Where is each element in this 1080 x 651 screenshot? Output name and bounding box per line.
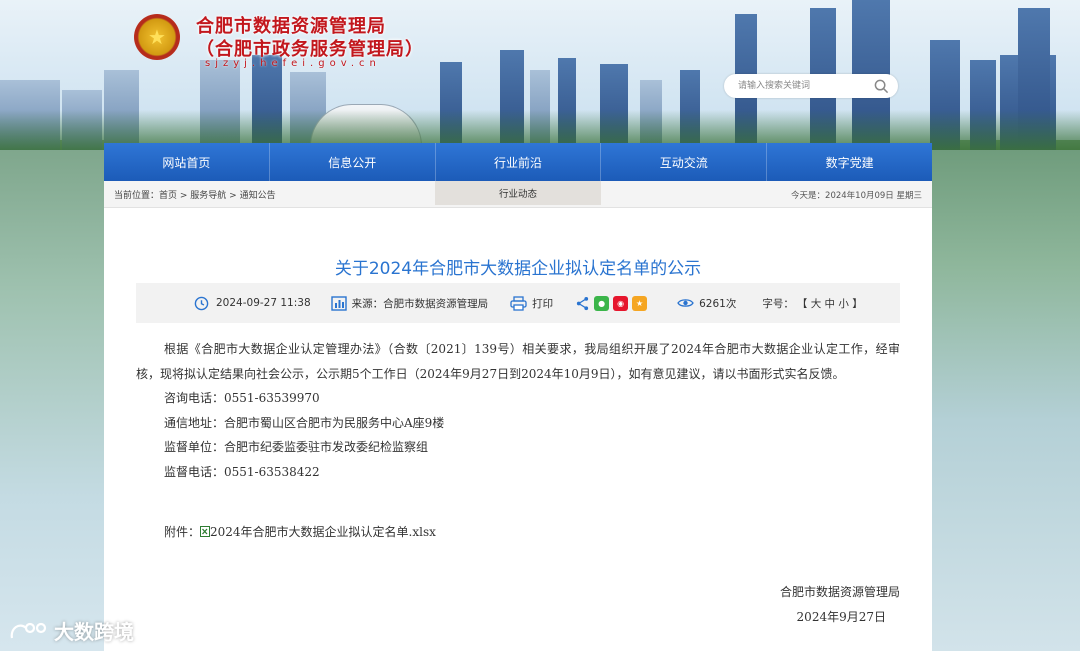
main-panel: 网站首页 信息公开 行业前沿 互动交流 数字党建 当前位置：首页 > 服务导航 … bbox=[104, 143, 932, 651]
breadcrumb-service-nav[interactable]: 服务导航 bbox=[190, 191, 226, 201]
breadcrumb-home[interactable]: 首页 bbox=[159, 191, 177, 201]
search-box bbox=[724, 74, 898, 98]
breadcrumb-bar: 当前位置：首页 > 服务导航 > 通知公告 行业动态 今天是：2024年10月0… bbox=[104, 181, 932, 208]
breadcrumb-prefix: 当前位置： bbox=[114, 191, 160, 201]
attachment-link[interactable]: 2024年合肥市大数据企业拟认定名单.xlsx bbox=[210, 525, 436, 539]
publish-date-group: 2024-09-27 11:38 bbox=[194, 296, 311, 311]
search-button[interactable] bbox=[868, 74, 894, 98]
background-right-scenery bbox=[932, 140, 1080, 651]
watermark-logo-icon bbox=[10, 622, 47, 638]
print-button[interactable]: 打印 bbox=[510, 295, 554, 311]
attachment-label: 附件： bbox=[164, 525, 201, 539]
contact-phone: 咨询电话：0551-63539970 bbox=[164, 391, 320, 405]
article-meta-bar: 2024-09-27 11:38 来源：合肥市数据资源管理局 打印 ● ◉ ★ … bbox=[136, 283, 900, 323]
national-emblem-icon[interactable]: ★ bbox=[134, 14, 180, 60]
print-label: 打印 bbox=[532, 297, 554, 310]
wechat-share-icon[interactable]: ● bbox=[594, 295, 610, 311]
article-source: 来源：合肥市数据资源管理局 bbox=[351, 297, 489, 310]
nav-item-info-disclosure[interactable]: 信息公开 bbox=[270, 143, 436, 181]
nav-item-industry-frontier[interactable]: 行业前沿 bbox=[436, 143, 602, 181]
breadcrumb: 当前位置：首页 > 服务导航 > 通知公告 bbox=[114, 188, 276, 201]
views-group: 6261次 bbox=[677, 296, 736, 311]
site-domain: sjzyj.hefei.gov.cn bbox=[205, 58, 381, 69]
main-nav: 网站首页 信息公开 行业前沿 互动交流 数字党建 bbox=[104, 143, 932, 181]
font-size-options[interactable]: 【 大 中 小 】 bbox=[797, 296, 863, 311]
signature: 合肥市数据资源管理局 2024年9月27日 bbox=[780, 580, 900, 629]
publish-date: 2024-09-27 11:38 bbox=[216, 297, 311, 309]
article-body: 根据《合肥市大数据企业认定管理办法》（合数〔2021〕139号）相关要求，我局组… bbox=[136, 337, 900, 484]
view-count: 6261次 bbox=[699, 297, 737, 310]
share-group: ● ◉ ★ bbox=[575, 295, 648, 311]
search-icon bbox=[874, 79, 888, 93]
share-icon[interactable] bbox=[575, 296, 590, 311]
watermark: 大数跨境 bbox=[8, 616, 134, 645]
attachment: 附件： 2024年合肥市大数据企业拟认定名单.xlsx bbox=[164, 523, 436, 540]
nav-item-digital-party[interactable]: 数字党建 bbox=[767, 143, 932, 181]
eye-icon bbox=[677, 299, 694, 307]
excel-file-icon bbox=[200, 526, 211, 537]
qzone-share-icon[interactable]: ★ bbox=[632, 295, 648, 311]
watermark-text: 大数跨境 bbox=[54, 620, 134, 644]
clock-icon bbox=[194, 296, 209, 310]
breadcrumb-separator: > bbox=[226, 191, 240, 201]
article-title: 关于2024年合肥市大数据企业拟认定名单的公示 bbox=[334, 259, 702, 279]
today-date: 今天是：2024年10月09日 星期三 bbox=[791, 191, 922, 201]
article-paragraph: 根据《合肥市大数据企业认定管理办法》（合数〔2021〕139号）相关要求，我局组… bbox=[136, 342, 900, 381]
supervising-unit: 监督单位：合肥市纪委监委驻市发改委纪检监察组 bbox=[164, 440, 429, 454]
font-size-label: 字号： bbox=[762, 297, 794, 310]
source-group: 来源：合肥市数据资源管理局 bbox=[330, 295, 489, 311]
breadcrumb-separator: > bbox=[177, 191, 191, 201]
signature-date: 2024年9月27日 bbox=[796, 609, 886, 624]
font-size-group: 字号： 【 大 中 小 】 bbox=[762, 296, 862, 311]
subtab-industry-news[interactable]: 行业动态 bbox=[435, 181, 601, 205]
nav-item-home[interactable]: 网站首页 bbox=[104, 143, 270, 181]
supervision-phone: 监督电话：0551-63538422 bbox=[164, 464, 320, 479]
search-input[interactable] bbox=[736, 80, 869, 92]
signature-org: 合肥市数据资源管理局 bbox=[779, 585, 900, 599]
nav-item-interaction[interactable]: 互动交流 bbox=[601, 143, 768, 181]
background-left-scenery bbox=[0, 140, 104, 651]
printer-icon bbox=[510, 295, 527, 311]
weibo-share-icon[interactable]: ◉ bbox=[613, 295, 629, 311]
mailing-address: 通信地址：合肥市蜀山区合肥市为民服务中心A座9楼 bbox=[164, 415, 445, 430]
breadcrumb-notices[interactable]: 通知公告 bbox=[240, 191, 276, 201]
chart-icon bbox=[330, 295, 347, 311]
